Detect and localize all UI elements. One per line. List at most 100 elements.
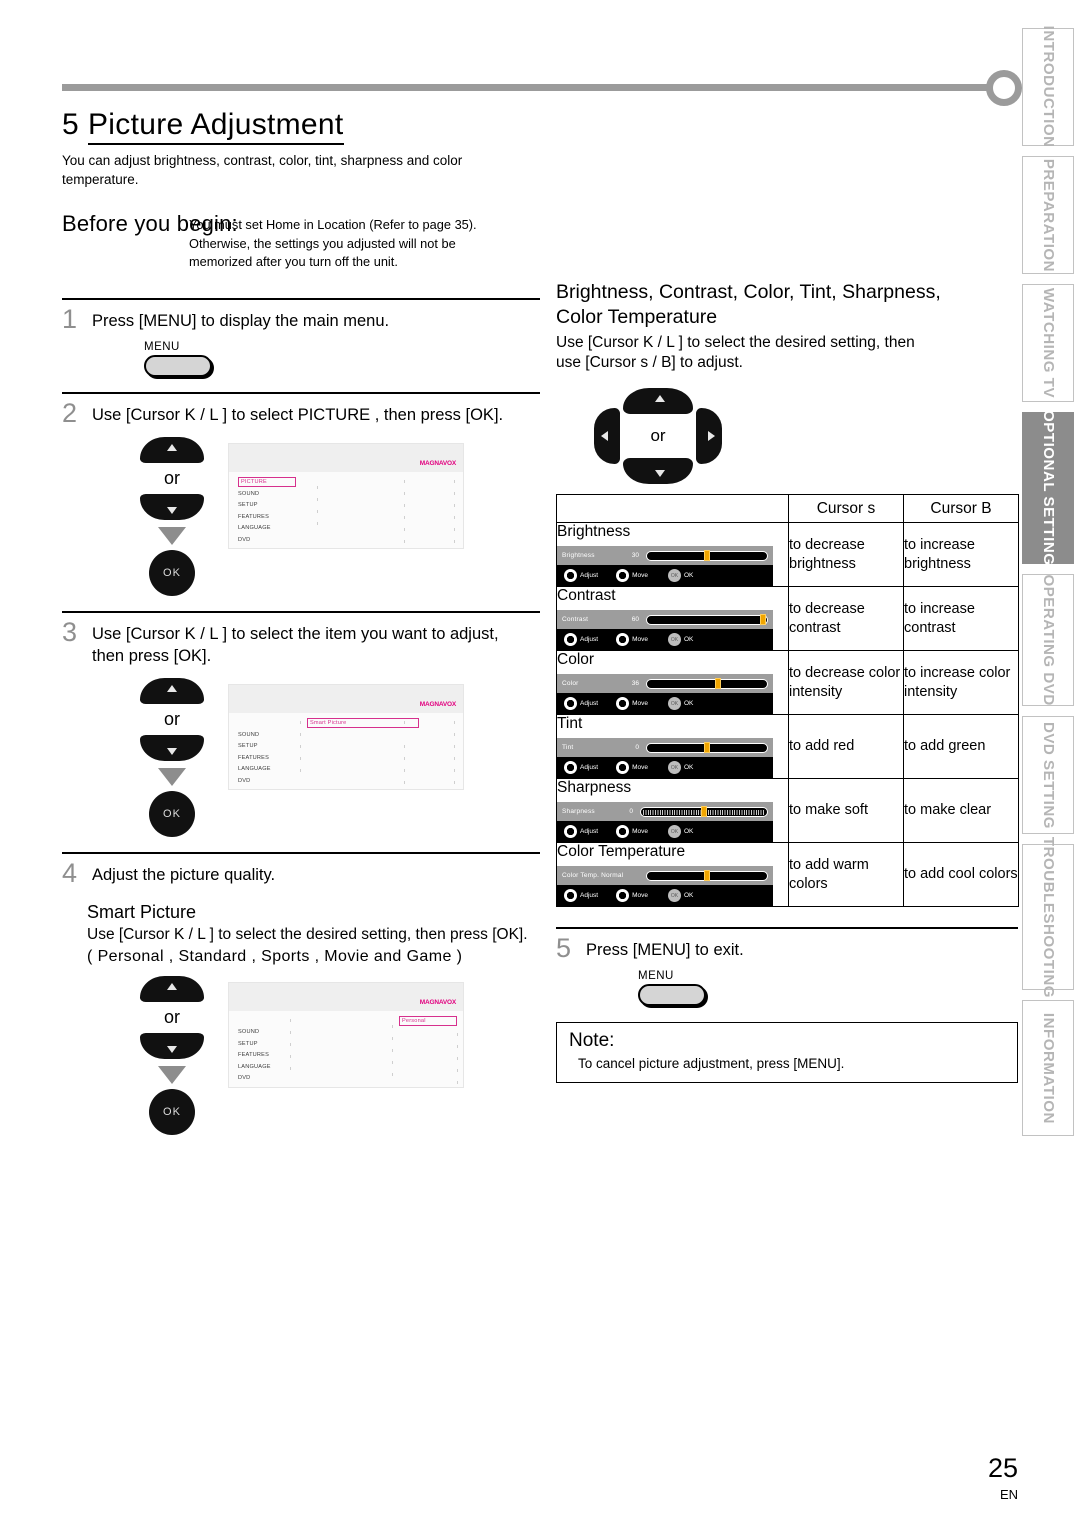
smart-picture-heading: Smart Picture bbox=[87, 902, 197, 922]
osd-hint-ok: OK bbox=[683, 700, 694, 708]
adjust-right-desc: to add green bbox=[903, 714, 1019, 780]
osd-slider-track[interactable] bbox=[646, 870, 768, 882]
osd-strip-label: Color bbox=[562, 680, 579, 688]
th-cursor-left: Cursor s bbox=[788, 494, 904, 524]
dpad-updown-icon bbox=[616, 825, 630, 839]
smart-picture-options: ( Personal , Standard , Sports , Movie a… bbox=[87, 947, 463, 965]
osd-hint-move: Move bbox=[632, 764, 648, 772]
osd-dot-decorations-2 bbox=[229, 685, 463, 789]
adjust-item-name: Contrast bbox=[557, 587, 616, 605]
adjust-title-line-2: Color Temperature bbox=[556, 305, 718, 328]
step-3-text: Use [Cursor K / L ] to select the item y… bbox=[92, 625, 499, 666]
osd-slider-knob[interactable] bbox=[704, 550, 710, 562]
cursor-up-icon-3[interactable] bbox=[140, 678, 204, 705]
osd-adjust-strip: Tint 0 Adjust Move OK OK bbox=[557, 738, 773, 779]
side-tab-introduction[interactable]: INTRODUCTION bbox=[1022, 26, 1074, 148]
or-label-4: or bbox=[163, 1006, 180, 1027]
adjust-item-cell: Color Temperature Color Temp. Normal Adjus… bbox=[556, 842, 789, 908]
adjust-left-desc: to decrease brightness bbox=[788, 522, 904, 588]
osd-hint-adjust: Adjust bbox=[580, 828, 599, 836]
page-language: EN bbox=[999, 1487, 1018, 1502]
osd-adjust-strip: Contrast 60 Adjust Move OK OK bbox=[557, 610, 773, 651]
adjust-section-title: Brightness, Contrast, Color, Tint, Sharp… bbox=[556, 280, 1018, 330]
cursor-down-icon-4[interactable] bbox=[140, 1032, 204, 1059]
ok-button-icon-2[interactable]: OK bbox=[149, 550, 195, 597]
adjust-item-cell: Contrast Contrast 60 Adjust Move OK OK bbox=[556, 586, 789, 652]
osd-hint-ok: OK bbox=[683, 828, 694, 836]
cursor-up-icon-2[interactable] bbox=[140, 437, 204, 464]
osd-main-menu-screenshot: MAGNAVOX PICTURE SOUND SETUP FEATURES LA… bbox=[228, 443, 464, 550]
side-tab-operating-dvd[interactable]: OPERATING DVD bbox=[1022, 574, 1074, 706]
step-5-text: Press [MENU] to exit. bbox=[586, 941, 744, 960]
adjust-left-desc: to make soft bbox=[788, 778, 904, 844]
side-tab-information[interactable]: INFORMATION bbox=[1022, 1000, 1074, 1136]
adjust-item-cell: Color Color 36 Adjust Move OK OK bbox=[556, 650, 789, 716]
osd-hint-adjust: Adjust bbox=[580, 700, 599, 708]
adjust-left-desc: to decrease color intensity bbox=[788, 650, 904, 716]
or-label-2: or bbox=[163, 468, 180, 489]
ok-mini-icon: OK bbox=[667, 569, 681, 583]
side-tab-label: OPERATING DVD bbox=[1040, 574, 1056, 706]
osd-slider-knob[interactable] bbox=[704, 870, 710, 882]
side-tab-dvd-setting[interactable]: DVD SETTING bbox=[1022, 716, 1074, 834]
adjust-item-name: Sharpness bbox=[557, 779, 632, 797]
cursor-updown-graphic-2: or OK bbox=[124, 437, 220, 597]
adjust-right-desc: to increase color intensity bbox=[903, 650, 1019, 716]
before-line-2: Otherwise, the settings you adjusted wil… bbox=[189, 235, 456, 251]
ok-button-icon-3[interactable]: OK bbox=[149, 791, 195, 838]
dpad-updown-icon bbox=[616, 633, 630, 647]
osd-slider-track[interactable] bbox=[646, 550, 768, 562]
adjust-item-name: Tint bbox=[557, 715, 583, 733]
ok-button-icon-4[interactable]: OK bbox=[149, 1088, 195, 1135]
before-you-begin-body: You must set Home in Location (Refer to … bbox=[189, 216, 541, 271]
menu-button-shape-1[interactable] bbox=[144, 355, 212, 378]
navpad-or-label: or bbox=[650, 426, 666, 446]
dpad-leftright-icon bbox=[564, 889, 577, 903]
side-tab-strip: INTRODUCTION PREPARATION WATCHING TV OPTION… bbox=[1022, 26, 1080, 1146]
osd-hint-adjust: Adjust bbox=[580, 892, 599, 900]
side-tab-label: WATCHING TV bbox=[1040, 287, 1056, 399]
osd-submenu-screenshot: MAGNAVOX SOUND SETUP FEATURES LANGUAGE D… bbox=[228, 684, 464, 791]
table-header-row: Cursor s Cursor B bbox=[556, 494, 1019, 524]
side-tab-troubleshooting[interactable]: TROUBLESHOOTING bbox=[1022, 836, 1074, 998]
osd-slider-track[interactable] bbox=[646, 614, 768, 626]
adjust-section-body: Use [Cursor K / L ] to select the desire… bbox=[556, 333, 1018, 375]
ok-mini-icon: OK bbox=[667, 633, 681, 647]
cursor-down-icon-3[interactable] bbox=[140, 735, 204, 762]
adjust-left-desc: to add warm colors bbox=[788, 842, 904, 908]
menu-button-shape-5[interactable] bbox=[638, 983, 706, 1006]
dpad-updown-icon bbox=[616, 697, 630, 711]
side-tab-optional-setting[interactable]: OPTIONAL SETTING bbox=[1022, 410, 1074, 566]
flow-arrow-icon-4 bbox=[158, 1065, 186, 1084]
osd-slider-knob[interactable] bbox=[701, 806, 707, 818]
osd-hint-ok: OK bbox=[683, 892, 694, 900]
osd-slider-knob[interactable] bbox=[714, 678, 721, 690]
osd-slider-track[interactable] bbox=[646, 742, 768, 754]
osd-slider-track[interactable] bbox=[646, 678, 768, 690]
th-blank bbox=[556, 494, 789, 524]
osd-slider-knob[interactable] bbox=[704, 742, 710, 754]
cursor-down-icon-2[interactable] bbox=[140, 494, 204, 521]
dpad-leftright-icon bbox=[564, 697, 577, 711]
dpad-updown-icon bbox=[616, 761, 630, 775]
adjust-item-cell: Tint Tint 0 Adjust Move OK OK bbox=[556, 714, 789, 780]
dpad-updown-icon bbox=[616, 889, 630, 903]
dpad-leftright-icon bbox=[564, 569, 577, 583]
osd-strip-value: 60 bbox=[631, 616, 639, 624]
side-tab-label: TROUBLESHOOTING bbox=[1040, 836, 1056, 998]
osd-slider-knob[interactable] bbox=[760, 614, 767, 626]
side-tab-watching-tv[interactable]: WATCHING TV bbox=[1022, 284, 1074, 402]
step-4: 4 Adjust the picture quality. Smart Pict… bbox=[62, 852, 540, 1135]
step-4-number: 4 bbox=[62, 858, 78, 889]
step-5-number: 5 bbox=[556, 933, 572, 964]
osd-hint-move: Move bbox=[632, 892, 648, 900]
before-line-1: You must set Home in Location (Refer to … bbox=[189, 217, 477, 233]
side-tab-label: OPTIONAL SETTING bbox=[1040, 410, 1056, 566]
osd-dot-decorations bbox=[229, 444, 463, 548]
cursor-up-icon-4[interactable] bbox=[140, 975, 204, 1002]
osd-slider-track[interactable] bbox=[640, 806, 768, 818]
osd-hint-adjust: Adjust bbox=[580, 636, 599, 644]
dpad-leftright-icon bbox=[564, 633, 577, 647]
side-tab-preparation[interactable]: PREPARATION bbox=[1022, 156, 1074, 274]
osd-hint-ok: OK bbox=[683, 572, 694, 580]
